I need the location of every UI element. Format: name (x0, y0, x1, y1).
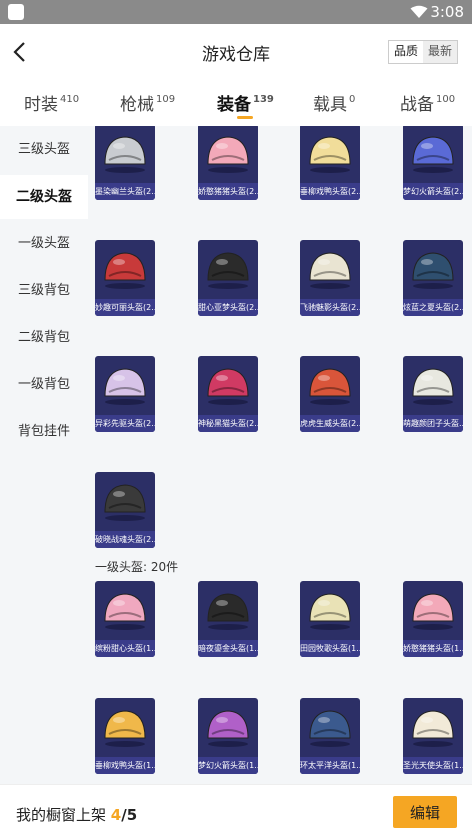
app-notification-icon (8, 4, 24, 20)
tab-guns[interactable]: 枪械 109 (120, 90, 175, 115)
item-name: 垂柳戏鸭头盔(1... (95, 757, 155, 774)
helmet-icon (412, 368, 454, 405)
wifi-icon (410, 5, 428, 18)
item-name: 飞驰魅影头盔(2... (300, 299, 360, 316)
helmet-icon (104, 136, 146, 173)
item-card[interactable]: 甜心亚梦头盔(2... (198, 240, 258, 316)
item-name: 缤粉甜心头盔(1... (95, 640, 155, 657)
item-name: 娇憨猪猪头盔(2... (198, 183, 258, 200)
item-card[interactable]: 炫蓝之夏头盔(2... (403, 240, 463, 316)
helmet-icon (309, 252, 351, 289)
item-card[interactable]: 缤粉甜心头盔(1... (95, 581, 155, 657)
tab-supplies[interactable]: 战备 100 (400, 90, 455, 115)
item-card[interactable]: 破晓战魂头盔(2... (95, 472, 155, 548)
item-name: 梦幻火箭头盔(1... (198, 757, 258, 774)
tab-fashion[interactable]: 时装 410 (24, 90, 79, 115)
helmet-icon (309, 136, 351, 173)
item-name: 神秘黑猫头盔(2... (198, 415, 258, 432)
showcase-status: 我的橱窗上架 4/5 (16, 806, 138, 824)
helmet-icon (412, 252, 454, 289)
item-card[interactable]: 圣光天使头盔(1... (403, 698, 463, 774)
item-name: 虎虎生威头盔(2... (300, 415, 360, 432)
sidebar-item[interactable]: 三级背包 (0, 269, 88, 313)
helmet-icon (207, 252, 249, 289)
item-card[interactable]: 梦幻火箭头盔(1... (198, 698, 258, 774)
sidebar-item[interactable]: 三级头盔 (0, 128, 88, 172)
helmet-icon (104, 710, 146, 747)
tab-equipment[interactable]: 装备 139 (217, 90, 274, 115)
item-card[interactable]: 妙趣可丽头盔(2... (95, 240, 155, 316)
helmet-icon (412, 136, 454, 173)
item-name: 异彩先驱头盔(2... (95, 415, 155, 432)
helmet-icon (309, 710, 351, 747)
item-name: 甜心亚梦头盔(2... (198, 299, 258, 316)
bottom-bar: 我的橱窗上架 4/5 编辑 (0, 784, 472, 840)
item-name: 萌趣颜团子头盔... (403, 415, 463, 432)
item-card[interactable]: 垂柳戏鸭头盔(1... (95, 698, 155, 774)
item-name: 暗夜鎏金头盔(1... (198, 640, 258, 657)
helmet-icon (309, 368, 351, 405)
sidebar: 三级头盔 二级头盔 一级头盔 三级背包 二级背包 一级背包 背包挂件 (0, 126, 88, 784)
item-grid: 一级头盔: 20件 墨染幽兰头盔(2... 娇憨猪猪头盔(2... 垂柳戏鸭头盔(2… (88, 126, 472, 784)
helmet-icon (104, 484, 146, 521)
item-card[interactable]: 飞驰魅影头盔(2... (300, 240, 360, 316)
item-name: 破晓战魂头盔(2... (95, 531, 155, 548)
header: 游戏仓库 品质 最新 (0, 24, 472, 78)
helmet-icon (207, 368, 249, 405)
item-card[interactable]: 娇憨猪猪头盔(1... (403, 581, 463, 657)
item-card[interactable]: 垂柳戏鸭头盔(2... (300, 126, 360, 200)
item-name: 墨染幽兰头盔(2... (95, 183, 155, 200)
helmet-icon (104, 593, 146, 630)
helmet-icon (207, 593, 249, 630)
helmet-icon (207, 710, 249, 747)
item-card[interactable]: 墨染幽兰头盔(2... (95, 126, 155, 200)
helmet-icon (104, 368, 146, 405)
sort-quality-button[interactable]: 品质 (389, 41, 424, 63)
item-card[interactable]: 虎虎生威头盔(2... (300, 356, 360, 432)
item-name: 垂柳戏鸭头盔(2... (300, 183, 360, 200)
active-tab-indicator (237, 116, 253, 119)
sidebar-item[interactable]: 一级头盔 (0, 222, 88, 266)
sort-toggle[interactable]: 品质 最新 (388, 40, 459, 64)
item-card[interactable]: 异彩先驱头盔(2... (95, 356, 155, 432)
item-card[interactable]: 暗夜鎏金头盔(1... (198, 581, 258, 657)
item-name: 环太平洋头盔(1... (300, 757, 360, 774)
item-name: 田园牧歌头盔(1... (300, 640, 360, 657)
helmet-icon (207, 136, 249, 173)
item-name: 梦幻火箭头盔(2... (403, 183, 463, 200)
item-card[interactable]: 娇憨猪猪头盔(2... (198, 126, 258, 200)
category-tabs: 时装 410 枪械 109 装备 139 载具 0 战备 100 (0, 78, 472, 126)
item-card[interactable]: 环太平洋头盔(1... (300, 698, 360, 774)
sidebar-item[interactable]: 背包挂件 (0, 410, 88, 454)
status-bar: 3:08 (0, 0, 472, 24)
section-title-level1: 一级头盔: 20件 (95, 560, 179, 574)
tab-vehicles[interactable]: 载具 0 (313, 90, 355, 115)
item-name: 炫蓝之夏头盔(2... (403, 299, 463, 316)
sidebar-item[interactable]: 一级背包 (0, 363, 88, 407)
sidebar-item[interactable]: 二级背包 (0, 316, 88, 360)
item-name: 圣光天使头盔(1... (403, 757, 463, 774)
helmet-icon (309, 593, 351, 630)
item-name: 妙趣可丽头盔(2... (95, 299, 155, 316)
helmet-icon (412, 710, 454, 747)
item-card[interactable]: 田园牧歌头盔(1... (300, 581, 360, 657)
helmet-icon (412, 593, 454, 630)
sort-latest-button[interactable]: 最新 (423, 41, 458, 63)
edit-button[interactable]: 编辑 (393, 796, 457, 828)
item-card[interactable]: 萌趣颜团子头盔... (403, 356, 463, 432)
status-time: 3:08 (430, 3, 464, 21)
helmet-icon (104, 252, 146, 289)
item-card[interactable]: 神秘黑猫头盔(2... (198, 356, 258, 432)
item-card[interactable]: 梦幻火箭头盔(2... (403, 126, 463, 200)
item-name: 娇憨猪猪头盔(1... (403, 640, 463, 657)
sidebar-item[interactable]: 二级头盔 (0, 175, 88, 219)
